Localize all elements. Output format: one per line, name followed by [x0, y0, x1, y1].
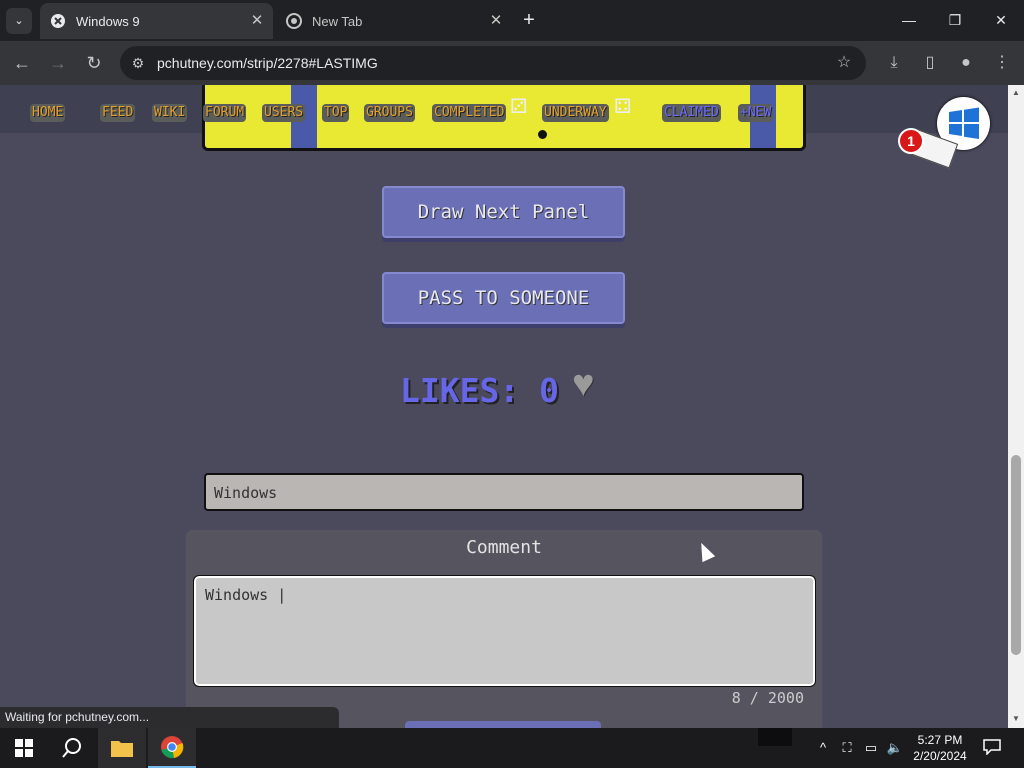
scroll-up-icon[interactable]: ▲: [1010, 88, 1022, 100]
submit-button[interactable]: [405, 721, 601, 728]
nav-wiki[interactable]: WIKI: [152, 104, 188, 122]
page-content: HOME FEED WIKI FORUM USERS TOP GROUPS CO…: [0, 85, 1008, 728]
dice-icon: ⚃: [614, 96, 632, 118]
forward-icon[interactable]: →: [44, 49, 72, 77]
nav-claimed[interactable]: CLAIMED: [662, 104, 721, 122]
nav-users[interactable]: USERS: [262, 104, 306, 122]
close-tab-icon[interactable]: ✕: [488, 13, 504, 29]
pass-to-someone-button[interactable]: PASS TO SOMEONE: [382, 272, 625, 324]
like-heart-icon[interactable]: ♥: [572, 363, 595, 406]
search-icon[interactable]: [48, 728, 96, 768]
site-info-icon[interactable]: ⚙: [128, 53, 148, 73]
network-alert-icon[interactable]: ⛶: [838, 740, 856, 756]
profile-icon[interactable]: ●: [954, 52, 978, 74]
download-icon[interactable]: ⤓: [882, 52, 906, 74]
scroll-thumb[interactable]: [1011, 455, 1021, 655]
title-input[interactable]: Windows: [204, 473, 804, 511]
nav-feed[interactable]: FEED: [100, 104, 136, 122]
likes-count: LIKES: 0: [400, 371, 559, 410]
tab-windows-9[interactable]: Windows 9 ✕: [40, 3, 273, 39]
minimize-icon[interactable]: —: [886, 0, 932, 40]
file-explorer-icon[interactable]: [98, 728, 146, 768]
nav-home[interactable]: HOME: [30, 104, 66, 122]
status-bubble: Waiting for pchutney.com...: [0, 707, 339, 728]
scroll-down-icon[interactable]: ▼: [1010, 714, 1022, 726]
tab-title: Windows 9: [76, 13, 140, 29]
bookmark-star-icon[interactable]: ☆: [832, 52, 856, 74]
tray-chevron-icon[interactable]: ^: [814, 740, 832, 756]
nav-forum[interactable]: FORUM: [203, 104, 247, 122]
clock-time: 5:27 PM: [917, 733, 963, 747]
nav-top[interactable]: TOP: [322, 104, 350, 122]
comic-dot: [538, 130, 547, 139]
restore-icon[interactable]: ❐: [932, 0, 978, 40]
close-tab-icon[interactable]: ✕: [249, 13, 265, 29]
url-text[interactable]: pchutney.com/strip/2278#LASTIMG: [157, 55, 378, 71]
draw-next-panel-button[interactable]: Draw Next Panel: [382, 186, 625, 238]
back-icon[interactable]: ←: [8, 49, 36, 77]
tab-new-tab[interactable]: New Tab ✕: [276, 3, 512, 39]
reload-icon[interactable]: ↻: [80, 49, 108, 77]
chrome-icon: [286, 13, 302, 29]
display-icon[interactable]: ▭: [862, 740, 880, 756]
volume-muted-icon[interactable]: 🔈: [886, 740, 904, 756]
tab-title: New Tab: [312, 13, 363, 29]
chrome-taskbar-icon[interactable]: [148, 728, 196, 768]
menu-icon[interactable]: ⋮: [990, 52, 1014, 74]
favicon-icon: [50, 13, 66, 29]
system-clock[interactable]: 5:27 PM 2/20/2024: [904, 732, 976, 764]
dice-icon: ⚂: [510, 96, 528, 118]
clock-date: 2/20/2024: [913, 749, 967, 763]
nav-completed[interactable]: COMPLETED: [432, 104, 507, 122]
notifications-icon[interactable]: [982, 739, 1002, 757]
side-panel-icon[interactable]: ▯: [918, 52, 942, 74]
comment-textarea[interactable]: Windows |: [193, 575, 816, 687]
nav-underway[interactable]: UNDERWAY: [542, 104, 609, 122]
nav-groups[interactable]: GROUPS: [364, 104, 415, 122]
tab-search-button[interactable]: ⌄: [6, 8, 32, 34]
new-tab-icon[interactable]: +: [518, 10, 540, 32]
notification-badge[interactable]: 1: [898, 128, 924, 154]
taskbar-blank: [758, 728, 792, 746]
close-window-icon[interactable]: ✕: [978, 0, 1024, 40]
character-counter: 8 / 2000: [731, 689, 804, 707]
nav-new[interactable]: +NEW: [738, 104, 774, 122]
comment-heading: Comment: [466, 537, 542, 558]
start-icon[interactable]: [0, 728, 48, 768]
